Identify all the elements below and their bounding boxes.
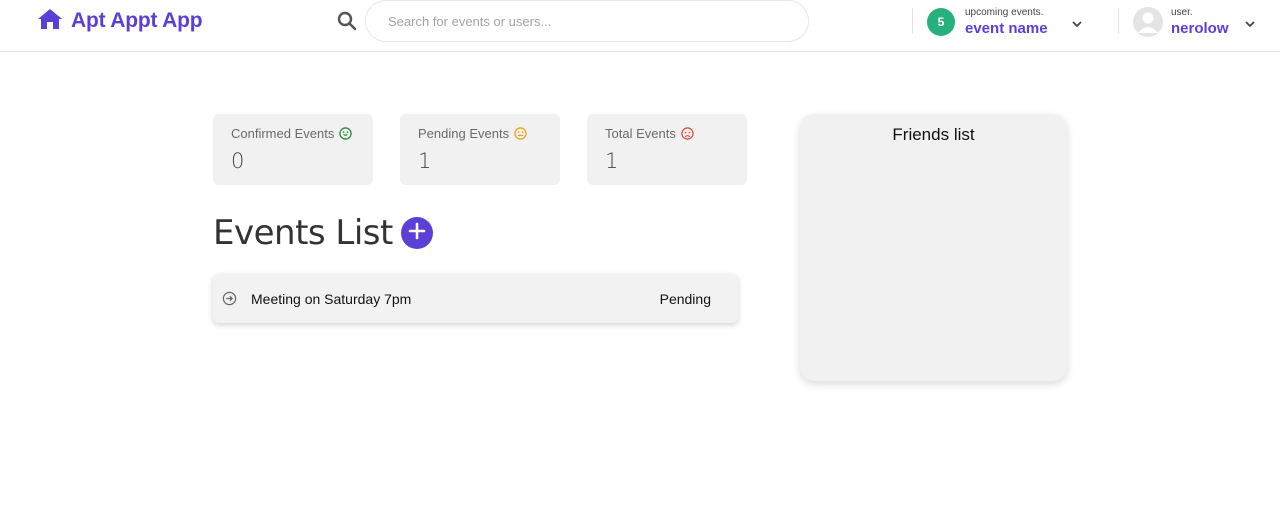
brand-name: Apt Appt App (71, 9, 203, 32)
stat-label: Pending Events (418, 126, 510, 141)
username: nerolow (1171, 20, 1229, 37)
chevron-down-icon (1244, 16, 1255, 28)
stat-value: 0 (231, 149, 245, 173)
user-text: user. nerolow (1171, 7, 1229, 37)
user-caption: user. (1171, 7, 1193, 18)
navbar: Apt Appt App 5 upcoming events. event na… (0, 0, 1280, 52)
event-name: Meeting on Saturday 7pm (251, 290, 412, 307)
search-input[interactable] (365, 0, 809, 42)
arrow-circle-right-icon (222, 291, 237, 306)
grin-orange-icon (514, 127, 527, 140)
search-icon[interactable] (337, 11, 357, 31)
user-menu-dropdown[interactable]: user. nerolow (1133, 2, 1255, 42)
stat-label: Total Events (605, 126, 676, 141)
chevron-down-icon (1071, 16, 1082, 28)
confirmed-events-card: Confirmed Events 0 (213, 114, 373, 185)
angry-red-icon (681, 127, 694, 140)
grin-green-icon (339, 127, 353, 140)
upcoming-count-badge: 5 (927, 8, 955, 36)
pending-events-card: Pending Events 1 (400, 114, 560, 185)
stat-label-row: Pending Events (418, 126, 560, 141)
stat-label-row: Confirmed Events (231, 126, 373, 141)
total-events-card: Total Events 1 (587, 114, 747, 185)
events-list-header: Events List (213, 213, 433, 253)
friends-list-title: Friends list (892, 125, 975, 144)
header-divider (912, 8, 913, 34)
stat-value: 1 (418, 149, 432, 173)
plus-icon (408, 222, 426, 245)
add-event-button[interactable] (400, 217, 433, 249)
header-divider (1118, 8, 1119, 34)
stat-label: Confirmed Events (231, 126, 335, 141)
event-status: Pending (659, 290, 711, 307)
friends-list-panel: Friends list (800, 114, 1067, 381)
brand-link[interactable]: Apt Appt App (37, 8, 203, 35)
upcoming-events-dropdown[interactable]: 5 upcoming events. event name (927, 2, 1082, 42)
upcoming-event-name: event name (965, 20, 1048, 37)
avatar (1133, 7, 1163, 37)
event-list-item[interactable]: Meeting on Saturday 7pm Pending (213, 274, 738, 323)
events-list-title: Events List (213, 213, 393, 253)
home-icon (37, 8, 63, 35)
upcoming-caption: upcoming events. (965, 7, 1044, 18)
upcoming-text: upcoming events. event name (965, 7, 1048, 37)
stat-value: 1 (605, 149, 619, 173)
stat-label-row: Total Events (605, 126, 747, 141)
